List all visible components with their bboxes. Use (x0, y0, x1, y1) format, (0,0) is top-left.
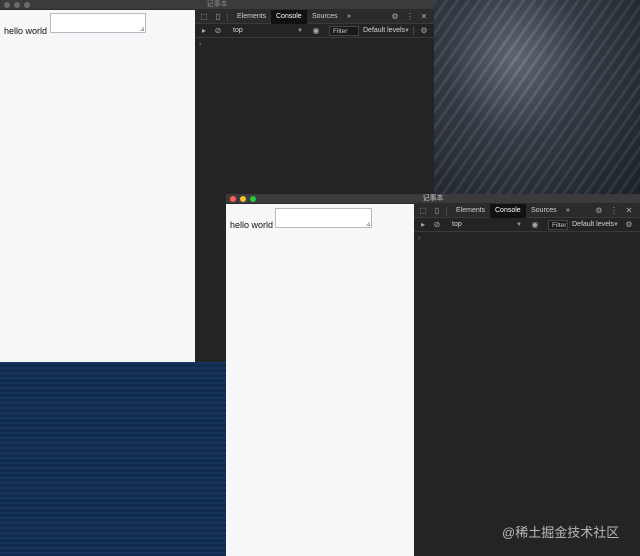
window-front[interactable]: 记事本 hello world ⬚ ▯ Elements Console Sou… (226, 194, 640, 556)
sidebar-toggle-icon[interactable]: ▸ (419, 221, 427, 229)
notepad-textarea[interactable] (50, 13, 146, 33)
watermark: @稀土掘金技术社区 (502, 525, 620, 540)
sidebar-toggle-icon[interactable]: ▸ (200, 27, 208, 35)
devtools-panel: ⬚ ▯ Elements Console Sources » ⚙ ⋮ ✕ ▸ ⊘… (414, 204, 640, 556)
wallpaper-sea (0, 362, 226, 556)
page-content: hello world (226, 204, 414, 556)
tab-sources[interactable]: Sources (526, 204, 562, 218)
console-filter-bar: ▸ ⊘ top ▼ ◉ Filter Default levels ▼ ⚙ (195, 24, 434, 38)
settings-gear-icon[interactable]: ⚙ (391, 13, 399, 21)
settings-gear-icon[interactable]: ⚙ (420, 27, 428, 35)
chevron-down-icon[interactable]: ▼ (516, 218, 522, 232)
console-filter-bar: ▸ ⊘ top ▼ ◉ Filter Default levels ▼ ⚙ (414, 218, 640, 232)
hello-world-text: hello world (230, 220, 274, 230)
window-title: 记事本 (422, 195, 444, 202)
settings-gear-icon[interactable]: ⚙ (625, 221, 633, 229)
device-toolbar-icon[interactable]: ▯ (433, 207, 441, 215)
page-content: hello world (0, 10, 195, 362)
tab-console[interactable]: Console (271, 10, 307, 24)
close-icon[interactable]: ✕ (625, 207, 633, 215)
console-prompt[interactable]: › (199, 41, 201, 48)
more-tabs-button[interactable]: » (342, 10, 356, 24)
default-levels-dropdown[interactable]: Default levels (572, 218, 614, 232)
filter-input[interactable]: Filter (548, 220, 568, 230)
devtools-toolbar: ⬚ ▯ Elements Console Sources » ⚙ ⋮ ✕ (195, 10, 434, 24)
context-selector[interactable]: top (452, 218, 462, 232)
context-selector[interactable]: top (233, 24, 243, 38)
notepad-textarea[interactable] (275, 208, 372, 228)
close-icon[interactable]: ✕ (420, 13, 428, 21)
device-toolbar-icon[interactable]: ▯ (214, 13, 222, 21)
default-levels-dropdown[interactable]: Default levels (363, 24, 405, 38)
chevron-down-icon[interactable]: ▼ (404, 24, 410, 38)
more-options-icon[interactable]: ⋮ (610, 207, 618, 215)
devtools-toolbar: ⬚ ▯ Elements Console Sources » ⚙ ⋮ ✕ (414, 204, 640, 218)
window-titlebar[interactable]: 记事本 (0, 0, 434, 10)
chevron-down-icon[interactable]: ▼ (613, 218, 619, 232)
toolbar-divider (413, 27, 414, 35)
hello-world-text: hello world (4, 26, 48, 36)
eye-icon[interactable]: ◉ (531, 221, 539, 229)
tab-sources[interactable]: Sources (307, 10, 343, 24)
toolbar-divider (446, 207, 447, 215)
inspect-icon[interactable]: ⬚ (419, 207, 427, 215)
inspect-icon[interactable]: ⬚ (200, 13, 208, 21)
more-options-icon[interactable]: ⋮ (406, 13, 414, 21)
window-title: 记事本 (206, 1, 228, 8)
clear-console-icon[interactable]: ⊘ (433, 221, 441, 229)
eye-icon[interactable]: ◉ (312, 27, 320, 35)
wallpaper-mountain (434, 0, 640, 196)
chevron-down-icon[interactable]: ▼ (297, 24, 303, 38)
filter-input[interactable]: Filter (329, 26, 359, 36)
toolbar-divider (227, 13, 228, 21)
more-tabs-button[interactable]: » (561, 204, 575, 218)
window-titlebar[interactable]: 记事本 (226, 194, 640, 204)
tab-elements[interactable]: Elements (451, 204, 490, 218)
clear-console-icon[interactable]: ⊘ (214, 27, 222, 35)
settings-gear-icon[interactable]: ⚙ (595, 207, 603, 215)
console-prompt[interactable]: › (418, 235, 420, 242)
tab-console[interactable]: Console (490, 204, 526, 218)
tab-elements[interactable]: Elements (232, 10, 271, 24)
